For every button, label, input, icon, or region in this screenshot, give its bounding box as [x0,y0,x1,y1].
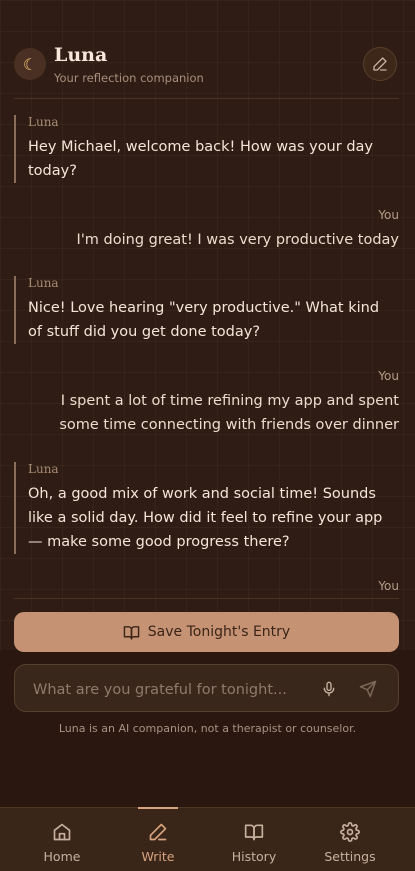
message-line: some time connecting with friends over d… [59,417,399,433]
message-line: — make some good progress there? [28,534,290,550]
nav-label: Write [141,849,175,864]
nav-history[interactable]: History [214,808,294,871]
user-message: You [378,579,399,599]
new-entry-button[interactable] [363,47,397,81]
voice-input-button[interactable] [318,678,340,700]
app-subtitle: Your reflection companion [54,71,204,85]
pencil-icon [373,57,387,71]
microphone-icon [323,681,335,697]
nav-home[interactable]: Home [22,808,102,871]
message-text: I'm doing great! I was very productive t… [77,228,399,252]
nav-write[interactable]: Write [118,808,198,871]
send-button[interactable] [357,678,379,700]
message-line: Oh, a good mix of work and social time! … [28,486,376,502]
message-line: of stuff did you get done today? [28,324,261,340]
message-line: Nice! Love hearing "very productive." Wh… [28,300,380,316]
user-message: You I'm doing great! I was very producti… [77,208,399,252]
message-line: like a solid day. How did it feel to ref… [28,510,383,526]
book-icon [123,625,140,640]
app-header: ☾ Luna Your reflection companion [0,0,415,98]
nav-label: Home [43,849,81,864]
message-input-box [14,664,399,712]
save-entry-button[interactable]: Save Tonight's Entry [14,612,399,652]
message-sender: You [378,369,399,383]
message-sender: Luna [28,115,59,129]
message-line: Hey Michael, welcome back! How was your … [28,139,373,155]
save-entry-label: Save Tonight's Entry [147,624,291,640]
gear-icon [340,822,360,842]
nav-settings[interactable]: Settings [310,808,390,871]
gratitude-input[interactable] [31,678,305,702]
ai-disclaimer: Luna is an AI companion, not a therapist… [58,722,357,735]
luna-message: Luna Hey Michael, welcome back! How was … [14,115,373,183]
message-line: today? [28,163,77,179]
message-text: Hey Michael, welcome back! How was your … [28,135,373,183]
pencil-icon [149,823,167,841]
home-icon [53,823,71,841]
nav-label: History [231,849,277,864]
bottom-nav: Home Write History Settings [0,807,415,871]
message-sender: Luna [28,462,59,476]
book-icon [244,824,264,841]
app-title: Luna [54,44,108,66]
send-icon [359,680,377,698]
luna-message: Luna Nice! Love hearing "very productive… [14,276,379,344]
header-divider [14,98,399,99]
user-message: You I spent a lot of time refining my ap… [59,369,399,437]
message-line: I spent a lot of time refining my app an… [60,393,399,409]
nav-label: Settings [324,849,376,864]
message-line: I'm doing great! I was very productive t… [76,232,399,248]
luna-avatar: ☾ [14,48,46,80]
message-sender: Luna [28,276,59,290]
message-text: Nice! Love hearing "very productive." Wh… [28,296,379,344]
moon-icon: ☾ [22,54,38,74]
luna-message: Luna Oh, a good mix of work and social t… [14,462,382,554]
message-text: I spent a lot of time refining my app an… [59,389,399,437]
message-sender: You [378,579,399,593]
chat-divider [14,598,399,599]
message-sender: You [378,208,399,222]
message-text: Oh, a good mix of work and social time! … [28,482,382,554]
